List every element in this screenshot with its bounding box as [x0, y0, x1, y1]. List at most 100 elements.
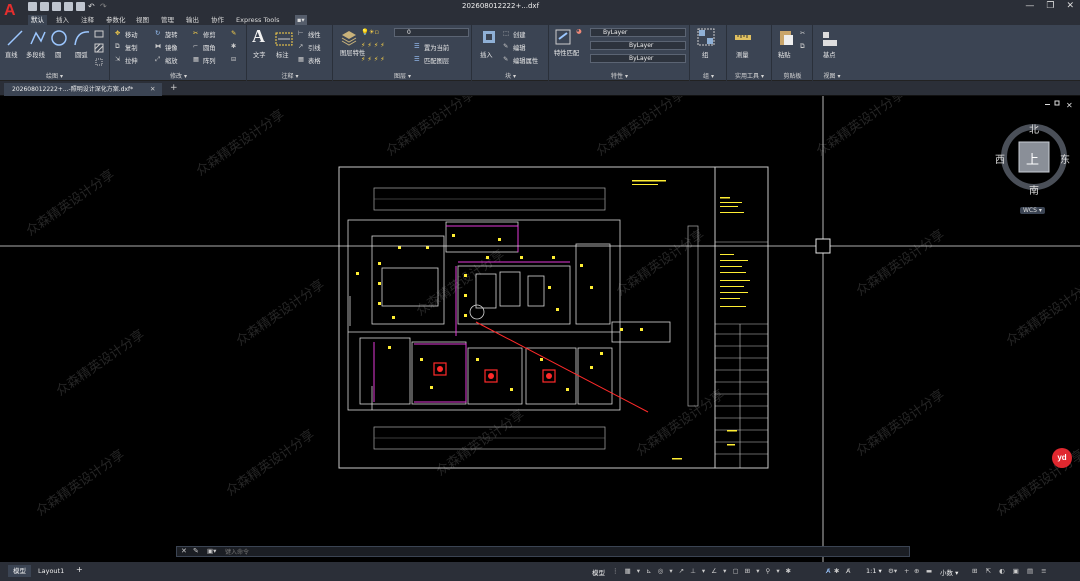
viewport-close[interactable]: ✕ [1066, 101, 1073, 110]
color-wheel-icon[interactable]: ◕ [576, 28, 582, 35]
panel-draw-title[interactable]: 绘图 ▾ [0, 71, 109, 80]
command-history-icon[interactable]: ▣▾ [207, 547, 216, 555]
panel-layers-title[interactable]: 图层 ▾ [334, 71, 471, 80]
annotation-monitor-icon[interactable]: + [904, 567, 909, 575]
tab-parametric[interactable]: 参数化 [106, 15, 126, 25]
arc-button[interactable]: 圆弧 [75, 50, 88, 59]
lineweight-dropdown[interactable]: ByLayer [590, 54, 686, 63]
auto-scale-icon[interactable]: A̸ [846, 567, 850, 575]
measure-icon[interactable] [734, 28, 752, 46]
circle-icon[interactable] [50, 29, 68, 47]
color-dropdown[interactable]: ByLayer [590, 28, 686, 37]
command-input[interactable] [225, 548, 885, 556]
offset-icon[interactable]: ⊟ [231, 56, 236, 63]
array-button[interactable]: 阵列 [203, 56, 216, 65]
wcs-dropdown[interactable]: WCS ▾ [1020, 207, 1045, 214]
panel-utilities-title[interactable]: 实用工具 ▾ [728, 71, 771, 80]
tab-manage[interactable]: 管理 [161, 15, 174, 25]
measure-button[interactable]: 测量 [736, 50, 749, 59]
line-icon[interactable] [6, 29, 24, 47]
minimize-button[interactable]: — [1025, 1, 1034, 11]
close-button[interactable]: ✕ [1066, 1, 1074, 11]
arc-icon[interactable] [73, 29, 91, 47]
layer-tools-row2[interactable]: ⚡ ⚡ ⚡ ⚡ [361, 56, 385, 63]
tab-annotate[interactable]: 注释 [81, 15, 94, 25]
open-icon[interactable] [40, 2, 49, 11]
erase-icon[interactable]: ✎ [231, 30, 236, 37]
annotation-scale-icon[interactable]: A̸ [826, 567, 830, 575]
tab-default[interactable]: 默认 [28, 15, 47, 25]
edit-block-button[interactable]: 编辑 [513, 43, 526, 52]
match-layer-button[interactable]: 匹配图层 [424, 56, 449, 65]
group-button[interactable]: 组 [702, 50, 708, 59]
layout-tab-layout1[interactable]: Layout1 [38, 567, 64, 575]
new-icon[interactable] [28, 2, 37, 11]
cut-icon[interactable]: ✂ [800, 30, 805, 37]
set-current-button[interactable]: 置为当前 [424, 43, 449, 52]
rotate-button[interactable]: 旋转 [165, 30, 178, 39]
drafting-toggles[interactable]: ⋮ ▦ ▾ ⊾ ◎ ▾ ↗ ⊥ ▾ ∠ ▾ ▢ ⊞ ▾ ⚲ ▾ ✱ [612, 567, 793, 575]
paste-icon[interactable] [777, 28, 795, 46]
layer-dropdown[interactable]: 0 [394, 28, 469, 37]
viewcube[interactable]: 北 南 东 西 上 [995, 121, 1070, 197]
table-button[interactable]: 表格 [308, 56, 321, 65]
status-tray-icons[interactable]: ⊞ ⇱ ◐ ▣ ▤ ≡ [972, 567, 1050, 575]
yd-badge[interactable]: yd [1052, 448, 1072, 468]
annotation-visibility-icon[interactable]: ✱ [834, 567, 839, 575]
compass-south[interactable]: 南 [1029, 182, 1039, 197]
copy-button[interactable]: 复制 [125, 43, 138, 52]
scale-button[interactable]: 缩放 [165, 56, 178, 65]
restore-button[interactable]: ❐ [1046, 1, 1054, 11]
linear-button[interactable]: 线性 [308, 30, 321, 39]
linetype-dropdown[interactable]: ByLayer [590, 41, 686, 50]
annotation-scale-dropdown[interactable]: 1:1 ▾ [866, 567, 882, 575]
match-properties-icon[interactable] [554, 28, 572, 46]
command-close-icon[interactable]: ✕ [181, 547, 187, 555]
rectangle-icon[interactable] [94, 29, 104, 39]
panel-clipboard-title[interactable]: 剪贴板 [773, 71, 812, 80]
tab-view[interactable]: 视图 [136, 15, 149, 25]
tab-express-tools[interactable]: Express Tools [236, 15, 279, 25]
tab-overflow[interactable]: ▪▾ [295, 15, 307, 25]
polyline-icon[interactable] [29, 29, 47, 47]
units-dropdown[interactable]: 小数 ▾ [940, 567, 958, 577]
layout-add-button[interactable]: + [76, 565, 83, 574]
compass-north[interactable]: 北 [1029, 121, 1039, 136]
paste-button[interactable]: 粘贴 [778, 50, 791, 59]
tab-collaborate[interactable]: 协作 [211, 15, 224, 25]
panel-annotation-title[interactable]: 注释 ▾ [248, 71, 332, 80]
create-block-button[interactable]: 创建 [513, 30, 526, 39]
redo-icon[interactable]: ↷ [100, 2, 109, 11]
group-icon[interactable] [697, 28, 715, 46]
match-properties-button[interactable]: 特性匹配 [554, 50, 579, 58]
layer-state-icons[interactable]: 💡☀▫ [361, 28, 379, 36]
command-settings-icon[interactable]: ✎ [193, 547, 199, 555]
layer-properties-button[interactable]: 图层特性 [340, 50, 365, 58]
leader-button[interactable]: 引线 [308, 43, 321, 52]
circle-button[interactable]: 圆 [55, 50, 61, 59]
undo-icon[interactable]: ↶ [88, 2, 97, 11]
hatch-icon[interactable] [94, 43, 104, 53]
workspace-gear-icon[interactable]: ⚙▾ [888, 567, 897, 575]
layout-tab-model[interactable]: 模型 [8, 565, 31, 577]
move-button[interactable]: 移动 [125, 30, 138, 39]
trim-button[interactable]: 修剪 [203, 30, 216, 39]
insert-block-icon[interactable] [480, 28, 498, 46]
save-as-icon[interactable] [64, 2, 73, 11]
base-view-icon[interactable] [821, 30, 839, 48]
isolate-icon[interactable]: ⊕ [914, 567, 919, 575]
dimension-button[interactable]: 标注 [276, 50, 289, 59]
panel-block-title[interactable]: 块 ▾ [473, 71, 548, 80]
edit-attribute-button[interactable]: 编辑属性 [513, 56, 538, 65]
panel-view-title[interactable]: 视图 ▾ [814, 71, 850, 80]
panel-groups-title[interactable]: 组 ▾ [691, 71, 726, 80]
base-button[interactable]: 基点 [823, 50, 836, 59]
mirror-button[interactable]: 镜像 [165, 43, 178, 52]
insert-button[interactable]: 插入 [480, 50, 493, 59]
explode-icon[interactable]: ✱ [231, 43, 236, 50]
stretch-button[interactable]: 拉伸 [125, 56, 138, 65]
command-line[interactable]: ✕ ✎ ▣▾ [176, 546, 910, 557]
drawing-canvas[interactable]: 众森精英设计分享 众森精英设计分享 众森精英设计分享 众森精英设计分享 众森精英设计分享… [0, 96, 1080, 562]
panel-properties-title[interactable]: 特性 ▾ [550, 71, 689, 80]
compass-west[interactable]: 西 [995, 151, 1005, 166]
